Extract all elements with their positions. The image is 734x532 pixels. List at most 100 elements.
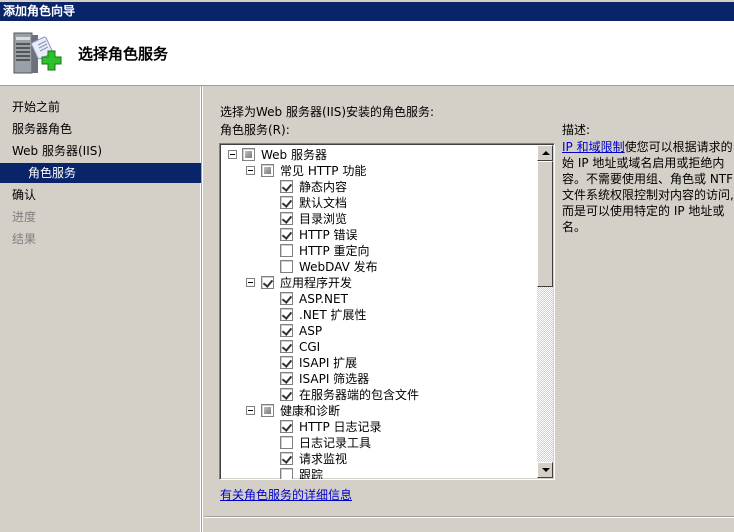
tree-item[interactable]: Web 服务器 (220, 147, 535, 163)
tree-item-label: 在服务器端的包含文件 (299, 388, 420, 402)
tree-item[interactable]: WebDAV 发布 (220, 259, 535, 275)
tree-item-label: CGI (299, 340, 321, 354)
sidebar-item-server-roles[interactable]: 服务器角色 (0, 119, 201, 139)
checkbox[interactable] (242, 148, 255, 161)
tree-item[interactable]: CGI (220, 339, 535, 355)
tree-item[interactable]: 跟踪 (220, 467, 535, 480)
main-panel: 选择为Web 服务器(IIS)安装的角色服务: 角色服务(R): Web 服务器… (204, 87, 734, 532)
ip-domain-restrictions-link[interactable]: IP 和域限制 (562, 140, 625, 154)
checkbox[interactable] (280, 468, 293, 479)
description-line: 使您可以根据请求的 (624, 140, 733, 154)
tree-item[interactable]: HTTP 日志记录 (220, 419, 535, 435)
tree-item[interactable]: ASP (220, 323, 535, 339)
tree-item[interactable]: 默认文档 (220, 195, 535, 211)
tree-item-label: 请求监视 (299, 452, 348, 466)
checkbox[interactable] (280, 420, 293, 433)
wizard-steps-nav: 开始之前 服务器角色 Web 服务器(IIS) 角色服务 确认 进度 结果 (0, 87, 201, 532)
checkbox[interactable] (261, 276, 274, 289)
collapse-icon[interactable] (246, 278, 255, 287)
window-titlebar: 添加角色向导 (0, 0, 734, 21)
description-line: 名。 (562, 220, 587, 234)
tree-item[interactable]: ISAPI 扩展 (220, 355, 535, 371)
tree-item-label: ASP (299, 324, 323, 338)
checkbox[interactable] (280, 452, 293, 465)
vertical-scrollbar[interactable] (537, 145, 553, 478)
description-line: 而是可以使用特定的 IP 地址或 (562, 204, 725, 218)
tree-item[interactable]: ISAPI 筛选器 (220, 371, 535, 387)
tree-item[interactable]: 请求监视 (220, 451, 535, 467)
page-title: 选择角色服务 (78, 45, 169, 63)
tree-item[interactable]: 健康和诊断 (220, 403, 535, 419)
description-title: 描述: (562, 123, 591, 137)
checkbox[interactable] (280, 372, 293, 385)
description-line: 始 IP 地址或域名启用或拒绝内 (562, 156, 725, 170)
collapse-icon[interactable] (228, 150, 237, 159)
checkbox[interactable] (280, 212, 293, 225)
checkbox[interactable] (261, 164, 274, 177)
collapse-icon[interactable] (246, 166, 255, 175)
tree-item-label: 跟踪 (299, 468, 324, 480)
sidebar-item-results: 结果 (12, 232, 37, 246)
arrow-up-icon (542, 151, 550, 155)
intro-text: 选择为Web 服务器(IIS)安装的角色服务: (220, 105, 435, 119)
sidebar-item-confirmation[interactable]: 确认 (0, 185, 201, 205)
checkbox[interactable] (280, 292, 293, 305)
tree-item[interactable]: 应用程序开发 (220, 275, 535, 291)
role-services-label: 角色服务(R): (220, 123, 290, 137)
description-body: IP 和域限制使您可以根据请求的 始 IP 地址或域名启用或拒绝内 容。不需要使… (562, 139, 734, 235)
tree-item-label: HTTP 错误 (299, 228, 358, 242)
sidebar-divider (201, 87, 203, 532)
checkbox[interactable] (280, 228, 293, 241)
tree-item[interactable]: HTTP 重定向 (220, 243, 535, 259)
more-about-role-services-link[interactable]: 有关角色服务的详细信息 (220, 486, 352, 503)
wizard-header: 选择角色服务 (0, 21, 734, 86)
checkbox[interactable] (280, 308, 293, 321)
bottom-divider (204, 516, 734, 518)
tree-item-label: ISAPI 扩展 (299, 356, 358, 370)
description-line: 容。不需要使用组、角色或 NTF (562, 172, 734, 186)
tree-item[interactable]: 常见 HTTP 功能 (220, 163, 535, 179)
tree-item-label: ASP.NET (299, 292, 348, 306)
checkbox[interactable] (280, 196, 293, 209)
tree-item[interactable]: 在服务器端的包含文件 (220, 387, 535, 403)
tree-item-label: 日志记录工具 (299, 436, 372, 450)
scroll-up-button[interactable] (537, 145, 553, 161)
description-line: 文件系统权限控制对内容的访问, (562, 188, 734, 202)
tree-item[interactable]: 静态内容 (220, 179, 535, 195)
checkbox[interactable] (280, 260, 293, 273)
tree-item-label: HTTP 日志记录 (299, 420, 382, 434)
scrollbar-thumb[interactable] (537, 161, 553, 287)
tree-item[interactable]: HTTP 错误 (220, 227, 535, 243)
checkbox[interactable] (280, 436, 293, 449)
checkbox[interactable] (280, 340, 293, 353)
checkbox[interactable] (280, 180, 293, 193)
arrow-down-icon (542, 468, 550, 472)
tree-item[interactable]: .NET 扩展性 (220, 307, 535, 323)
checkbox[interactable] (280, 388, 293, 401)
tree-item[interactable]: ASP.NET (220, 291, 535, 307)
scroll-down-button[interactable] (537, 462, 553, 478)
tree-item-label: 常见 HTTP 功能 (280, 164, 367, 178)
sidebar-item-role-services[interactable]: 角色服务 (0, 163, 201, 183)
server-add-icon (13, 32, 62, 74)
tree-item-label: HTTP 重定向 (299, 244, 370, 258)
tree-item-label: 健康和诊断 (280, 404, 341, 418)
tree-item[interactable]: 目录浏览 (220, 211, 535, 227)
checkbox[interactable] (280, 244, 293, 257)
tree-item-label: 应用程序开发 (280, 276, 353, 290)
tree-item-label: .NET 扩展性 (299, 308, 367, 322)
checkbox[interactable] (261, 404, 274, 417)
sidebar-item-progress: 进度 (12, 210, 37, 224)
checkbox[interactable] (280, 356, 293, 369)
collapse-icon[interactable] (246, 406, 255, 415)
sidebar-item-web-server-iis[interactable]: Web 服务器(IIS) (0, 141, 201, 161)
tree-item-label: Web 服务器 (261, 148, 327, 162)
tree-item-label: 静态内容 (299, 180, 348, 194)
tree-item-label: WebDAV 发布 (299, 260, 378, 274)
description-panel: 描述: IP 和域限制使您可以根据请求的 始 IP 地址或域名启用或拒绝内 容。… (562, 121, 734, 235)
sidebar-item-before-you-begin[interactable]: 开始之前 (0, 97, 201, 117)
role-services-tree[interactable]: Web 服务器常见 HTTP 功能 静态内容默认文档 目录浏览 HTTP 错误 HTTP… (219, 143, 555, 480)
tree-item[interactable]: 日志记录工具 (220, 435, 535, 451)
checkbox[interactable] (280, 324, 293, 337)
tree-item-label: 默认文档 (299, 196, 348, 210)
